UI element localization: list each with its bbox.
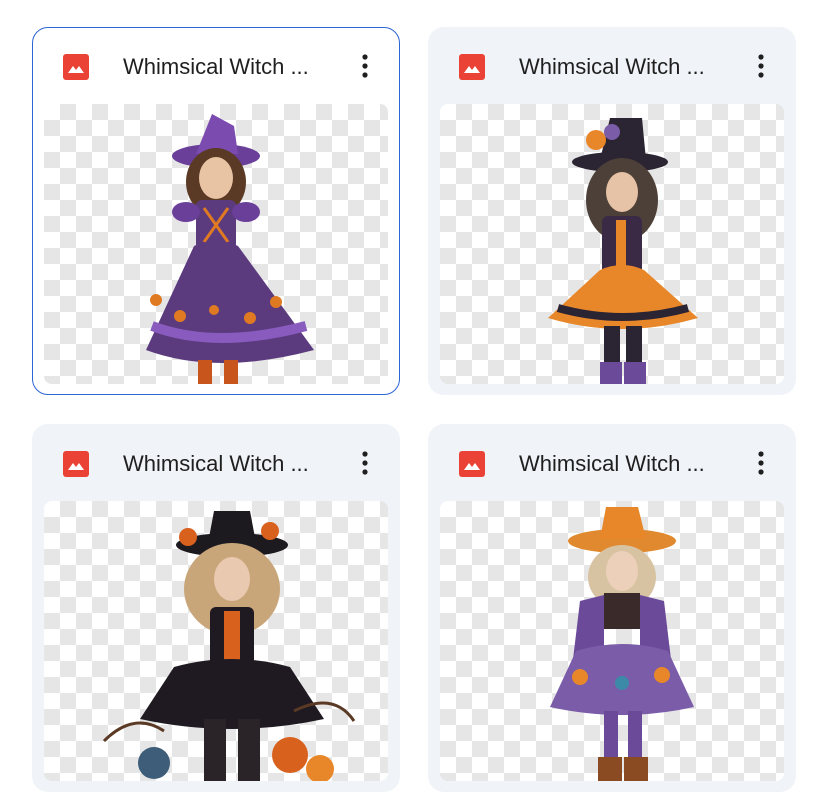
file-name: Whimsical Witch ... [519, 54, 705, 79]
file-thumbnail [44, 501, 388, 781]
image-file-icon [459, 54, 485, 80]
file-card[interactable]: Whimsical Witch ... [32, 27, 400, 395]
more-vert-icon [362, 54, 368, 78]
witch-girl-image [548, 118, 698, 384]
file-card[interactable]: Whimsical Witch ... [32, 424, 400, 792]
more-actions-button[interactable] [741, 443, 781, 483]
more-vert-icon [362, 451, 368, 475]
more-actions-button[interactable] [345, 443, 385, 483]
image-file-icon [63, 54, 89, 80]
file-name: Whimsical Witch ... [123, 54, 309, 79]
file-card-header: Whimsical Witch ... [429, 425, 795, 501]
file-name: Whimsical Witch ... [519, 451, 705, 476]
file-name: Whimsical Witch ... [123, 451, 309, 476]
witch-girl-image [550, 507, 694, 781]
image-file-icon [63, 451, 89, 477]
more-actions-button[interactable] [345, 46, 385, 86]
file-card-header: Whimsical Witch ... [33, 28, 399, 104]
image-file-icon [459, 451, 485, 477]
file-thumbnail [440, 104, 784, 384]
witch-girl-image [146, 114, 314, 384]
file-card-header: Whimsical Witch ... [429, 28, 795, 104]
file-thumbnail [44, 104, 388, 384]
file-card-header: Whimsical Witch ... [33, 425, 399, 501]
file-card[interactable]: Whimsical Witch ... [428, 27, 796, 395]
witch-girl-image [102, 511, 356, 781]
more-vert-icon [758, 54, 764, 78]
file-card[interactable]: Whimsical Witch ... [428, 424, 796, 792]
file-thumbnail [440, 501, 784, 781]
more-vert-icon [758, 451, 764, 475]
file-grid: Whimsical Witch ... Whimsical Witch ... … [0, 0, 816, 810]
more-actions-button[interactable] [741, 46, 781, 86]
